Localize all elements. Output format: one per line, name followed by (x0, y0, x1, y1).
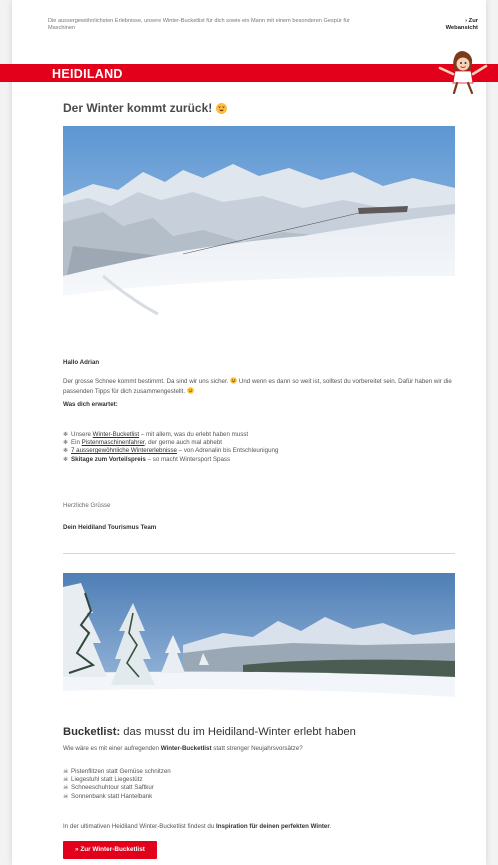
bucketlist-intro-pre: Wie wäre es mit einer aufregenden (63, 745, 161, 752)
item-link[interactable]: Pistenmaschinenfahrer (82, 439, 145, 446)
page-title: Der Winter kommt zurück! (63, 101, 227, 115)
list-item: ☠ Schneeschuhtour statt Saftkur (63, 784, 171, 792)
item-text: Schneeschuhtour statt Saftkur (71, 784, 154, 792)
heidiland-logo[interactable]: HEIDILAND (52, 67, 123, 81)
list-item: ❄ Unsere Winter-Bucketlist – mit allem, w… (63, 431, 278, 439)
winter-bucketlist-button[interactable]: » Zur Winter-Bucketlist (63, 841, 157, 859)
intro-paragraph: Der grosse Schnee kommt bestimmt. Da sin… (63, 377, 455, 396)
item-pre: Ein (71, 439, 82, 447)
heart-eyes-emoji-icon (215, 103, 227, 114)
snowflake-icon: ❄ (63, 447, 69, 455)
bucketlist-intro: Wie wäre es mit einer aufregenden Winter… (63, 745, 303, 754)
bucketlist-heading-bold: Bucketlist: (63, 726, 121, 738)
webview-line1: › Zur (465, 18, 478, 24)
title-text: Der Winter kommt zurück! (63, 101, 213, 115)
intro-part1: Der grosse Schnee kommt bestimmt. Da sin… (63, 378, 229, 385)
list-item: ❄ Ein Pistenmaschinenfahrer, der gerne au… (63, 439, 278, 447)
hero-mountain-image (63, 126, 455, 350)
webview-line2: Webansicht (445, 25, 478, 31)
item-pre: Unsere (71, 431, 93, 438)
outro-bold: Inspiration für deinen perfekten Winter (216, 823, 330, 830)
item-link[interactable]: 7 aussergewöhnliche Wintererlebnisse (71, 447, 177, 454)
regards: Herzliche Grüsse (63, 502, 111, 509)
bucketlist-heading-rest: das musst du im Heidiland-Winter erlebt … (120, 726, 356, 738)
bucketlist-list: ☠ Pistenflitzen statt Gemüse schnitzen ☠ L… (63, 768, 171, 801)
wink-emoji-icon (187, 386, 194, 394)
expect-heading: Was dich erwartet: (63, 401, 118, 408)
divider (63, 553, 455, 554)
winter-forest-image (63, 573, 455, 720)
greeting: Hallo Adrian (63, 359, 100, 366)
list-item: ☠ Pistenflitzen statt Gemüse schnitzen (63, 768, 171, 776)
heidi-mascot-icon (438, 51, 488, 94)
list-item: ❄ 7 aussergewöhnliche Wintererlebnisse – … (63, 447, 278, 455)
webview-link[interactable]: › Zur Webansicht (446, 18, 478, 32)
skull-icon: ☠ (63, 768, 69, 775)
bucketlist-intro-post: statt strenger Neujahrsvorsätze? (211, 745, 303, 752)
outro-pre: In der ultimativen Heidiland Winter-Buck… (63, 823, 217, 830)
list-item: ☠ Sonnenbank statt Hantelbank (63, 793, 171, 801)
bucketlist-outro: In der ultimativen Heidiland Winter-Buck… (63, 823, 332, 832)
team-signature: Dein Heidiland Tourismus Team (63, 524, 157, 531)
item-post: – mit allem, was du erlebt haben musst (139, 431, 249, 438)
snowflake-icon: ❄ (63, 439, 69, 447)
bucketlist-intro-bold: Winter-Bucketlist (160, 745, 212, 752)
item-text: Sonnenbank statt Hantelbank (71, 792, 153, 800)
item-text: Liegestuhl statt Liegestütz (71, 776, 143, 784)
item-link[interactable]: Winter-Bucketlist (93, 431, 139, 438)
skull-icon: ☠ (63, 776, 69, 784)
outro-post: . (329, 823, 332, 830)
bucketlist-heading: Bucketlist: das musst du im Heidiland-Wi… (63, 726, 356, 738)
snowflake-icon: ❄ (63, 455, 69, 463)
item-post: – von Adrenalin bis Entschleunigung (176, 447, 279, 455)
snowflake-icon: ❄ (63, 431, 69, 438)
preheader-text: Die aussergewöhnlichsten Erlebnisse, uns… (48, 18, 350, 31)
item-post: – so macht Wintersport Spass (145, 455, 231, 463)
item-link[interactable]: Skitage zum Vorteilspreis (71, 456, 146, 463)
expect-list: ❄ Unsere Winter-Bucketlist – mit allem, w… (63, 431, 278, 464)
list-item: ❄ Skitage zum Vorteilspreis – so macht Wi… (63, 456, 278, 464)
skull-icon: ☠ (63, 792, 69, 800)
item-post: , der gerne auch mal abhebt (144, 439, 223, 447)
item-text: Pistenflitzen statt Gemüse schnitzen (71, 768, 171, 775)
smile-emoji-icon (230, 377, 237, 384)
list-item: ☠ Liegestuhl statt Liegestütz (63, 776, 171, 784)
skull-icon: ☠ (63, 784, 69, 792)
